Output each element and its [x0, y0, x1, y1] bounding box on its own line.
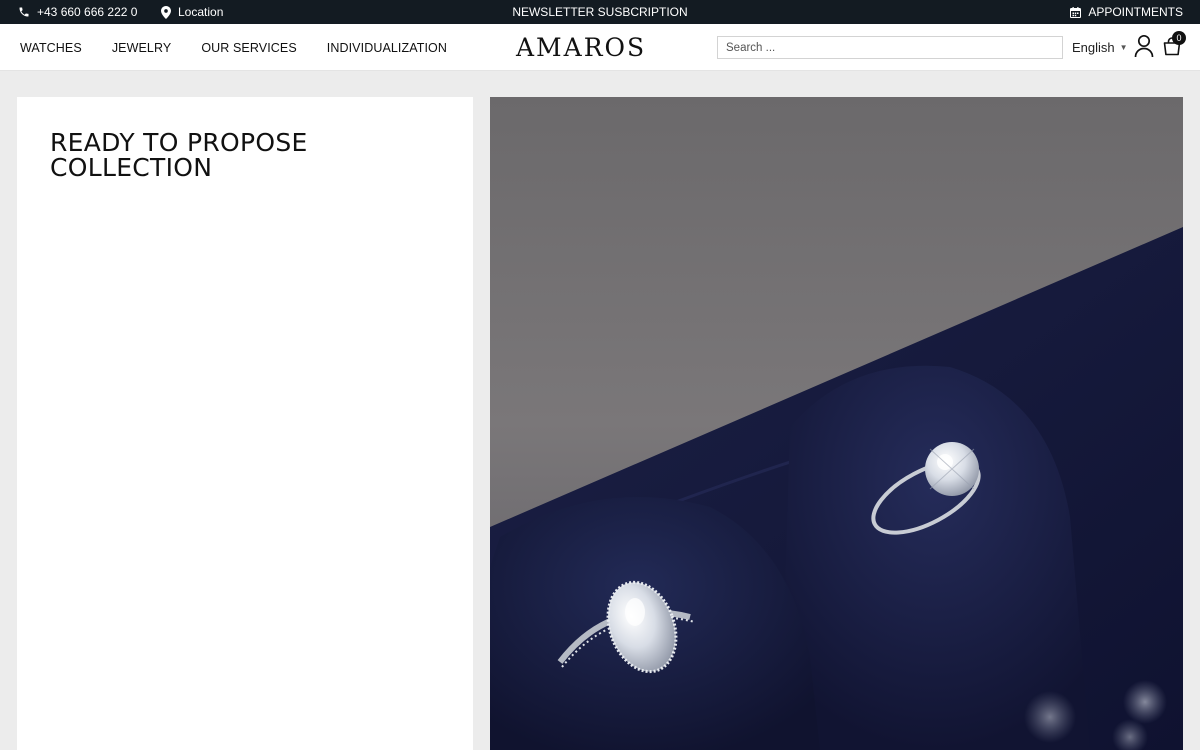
newsletter-link[interactable]: NEWSLETTER SUSBCRIPTION: [512, 5, 687, 19]
location-pin-icon: [161, 5, 171, 19]
main-nav: WATCHES JEWELRY OUR SERVICES INDIVIDUALI…: [20, 24, 477, 71]
location-link[interactable]: Location: [161, 0, 223, 24]
language-label: English: [1072, 40, 1115, 55]
top-bar: +43 660 666 222 0 Location NEWSLETTER SU…: [0, 0, 1200, 24]
chevron-down-icon: ▼: [1119, 43, 1128, 52]
collection-heading: READY TO PROPOSE COLLECTION: [50, 128, 308, 182]
nav-item-individualization[interactable]: INDIVIDUALIZATION: [327, 41, 447, 55]
appointments-label: APPOINTMENTS: [1088, 5, 1183, 19]
phone-link[interactable]: +43 660 666 222 0: [18, 0, 137, 24]
location-label: Location: [178, 5, 224, 19]
appointments-link[interactable]: APPOINTMENTS: [1070, 0, 1183, 24]
search-input[interactable]: [717, 36, 1063, 59]
collection-panel: READY TO PROPOSE COLLECTION: [17, 97, 473, 750]
main-header: WATCHES JEWELRY OUR SERVICES INDIVIDUALI…: [0, 24, 1200, 71]
nav-item-our-services[interactable]: OUR SERVICES: [201, 41, 296, 55]
nav-item-jewelry[interactable]: JEWELRY: [112, 41, 172, 55]
language-selector[interactable]: English ▼: [1072, 24, 1128, 71]
phone-number: +43 660 666 222 0: [37, 5, 138, 19]
calendar-icon: [1070, 6, 1082, 18]
brand-logo[interactable]: AMAROS: [516, 33, 686, 62]
nav-item-watches[interactable]: WATCHES: [20, 41, 82, 55]
phone-icon: [18, 6, 30, 18]
user-account-icon[interactable]: [1134, 34, 1154, 63]
hero-image: [490, 97, 1183, 750]
cart-count-badge: 0: [1172, 31, 1186, 45]
